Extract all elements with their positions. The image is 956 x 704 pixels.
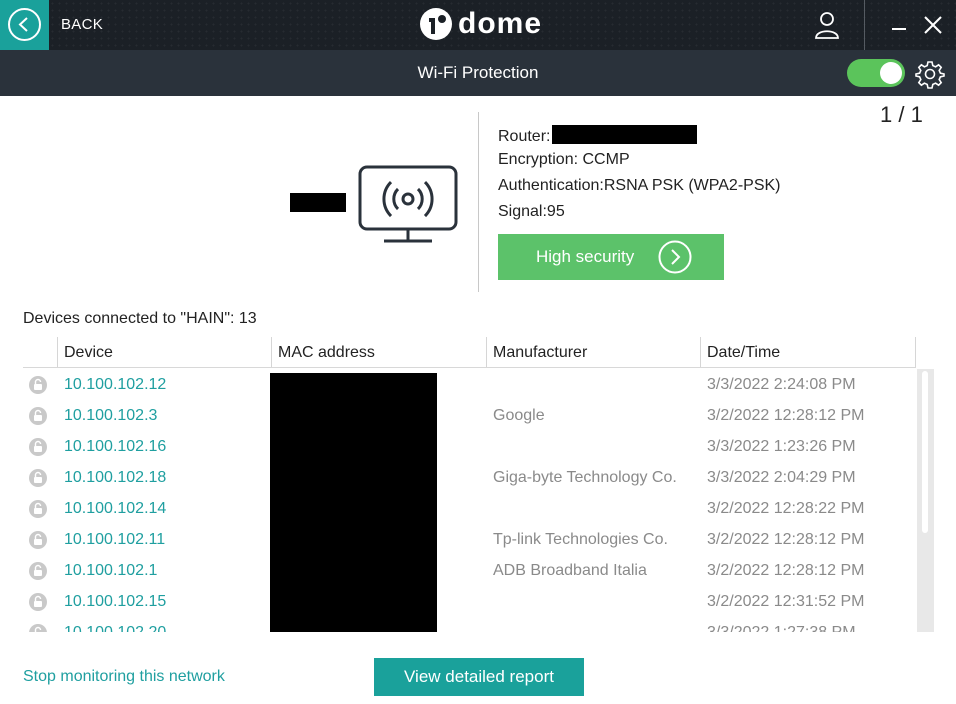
chevron-right-icon bbox=[658, 240, 692, 274]
scrollbar-thumb[interactable] bbox=[922, 371, 928, 533]
security-status-button[interactable]: High security bbox=[498, 234, 724, 280]
toggle-knob bbox=[880, 62, 902, 84]
device-datetime: 3/2/2022 12:28:12 PM bbox=[707, 562, 865, 579]
devices-table: Device MAC address Manufacturer Date/Tim… bbox=[23, 337, 935, 632]
device-ip[interactable]: 10.100.102.12 bbox=[64, 376, 166, 394]
unlocked-icon bbox=[29, 500, 47, 518]
signal-row: Signal:95 bbox=[498, 203, 565, 221]
device-datetime: 3/3/2022 2:24:08 PM bbox=[707, 376, 856, 393]
router-wifi-icon bbox=[356, 164, 460, 246]
authentication-row: Authentication:RSNA PSK (WPA2-PSK) bbox=[498, 177, 781, 195]
device-datetime: 3/3/2022 2:04:29 PM bbox=[707, 469, 856, 486]
router-label: Router: bbox=[498, 128, 551, 145]
unlocked-icon bbox=[29, 438, 47, 456]
protection-toggle[interactable] bbox=[847, 59, 905, 87]
back-label[interactable]: BACK bbox=[61, 16, 103, 33]
redacted-network-name bbox=[290, 193, 346, 212]
router-divider bbox=[478, 112, 479, 292]
device-manufacturer: Google bbox=[493, 407, 545, 424]
device-ip[interactable]: 10.100.102.1 bbox=[64, 562, 157, 580]
device-datetime: 3/2/2022 12:28:12 PM bbox=[707, 531, 865, 548]
page-title: Wi-Fi Protection bbox=[417, 63, 539, 82]
security-status-label: High security bbox=[536, 247, 635, 266]
column-header-mac[interactable]: MAC address bbox=[272, 337, 375, 367]
device-manufacturer: ADB Broadband Italia bbox=[493, 562, 647, 579]
unlocked-icon bbox=[29, 407, 47, 425]
back-button[interactable] bbox=[0, 0, 49, 50]
device-manufacturer: Giga-byte Technology Co. bbox=[493, 469, 677, 486]
encryption-value: CCMP bbox=[582, 151, 630, 168]
table-scrollbar[interactable] bbox=[917, 369, 934, 632]
devices-heading: Devices connected to "HAIN": 13 bbox=[23, 310, 257, 328]
network-pager: 1 / 1 bbox=[880, 102, 923, 127]
column-divider bbox=[915, 337, 916, 367]
table-row[interactable]: 10.100.102.12 3/3/2022 2:24:08 PM bbox=[23, 369, 916, 400]
device-datetime: 3/2/2022 12:31:52 PM bbox=[707, 593, 865, 610]
chevron-left-icon bbox=[8, 8, 41, 41]
dome-logo: dome bbox=[420, 5, 542, 43]
authentication-label: Authentication: bbox=[498, 177, 604, 194]
encryption-label: Encryption: bbox=[498, 151, 579, 168]
device-ip[interactable]: 10.100.102.16 bbox=[64, 438, 166, 456]
device-manufacturer: Tp-link Technologies Co. bbox=[493, 531, 668, 548]
signal-label: Signal: bbox=[498, 203, 547, 220]
title-bar: BACK dome bbox=[0, 0, 956, 50]
unlocked-icon bbox=[29, 562, 47, 580]
user-icon[interactable] bbox=[812, 10, 842, 40]
unlocked-icon bbox=[29, 624, 47, 632]
table-row[interactable]: 10.100.102.3 Google 3/2/2022 12:28:12 PM bbox=[23, 400, 916, 431]
table-row[interactable]: 10.100.102.20 3/3/2022 1:27:38 PM bbox=[23, 617, 916, 632]
minimize-icon[interactable] bbox=[890, 14, 908, 36]
column-header-manufacturer[interactable]: Manufacturer bbox=[487, 337, 587, 367]
devices-heading-label: Devices connected to "HAIN": bbox=[23, 310, 235, 327]
device-ip[interactable]: 10.100.102.14 bbox=[64, 500, 166, 518]
device-datetime: 3/2/2022 12:28:22 PM bbox=[707, 500, 865, 517]
table-row[interactable]: 10.100.102.18 Giga-byte Technology Co. 3/3… bbox=[23, 462, 916, 493]
redacted-router-name bbox=[552, 125, 698, 144]
unlocked-icon bbox=[29, 376, 47, 394]
column-header-datetime[interactable]: Date/Time bbox=[701, 337, 780, 367]
device-ip[interactable]: 10.100.102.18 bbox=[64, 469, 166, 487]
table-header: Device MAC address Manufacturer Date/Tim… bbox=[23, 337, 916, 368]
window-controls-divider bbox=[864, 0, 865, 50]
unlocked-icon bbox=[29, 531, 47, 549]
section-header: Wi-Fi Protection bbox=[0, 50, 956, 96]
devices-count: 13 bbox=[238, 310, 257, 327]
stop-monitoring-link[interactable]: Stop monitoring this network bbox=[23, 668, 225, 686]
authentication-value: RSNA PSK (WPA2-PSK) bbox=[603, 177, 781, 194]
table-row[interactable]: 10.100.102.1 ADB Broadband Italia 3/2/2022… bbox=[23, 555, 916, 586]
table-row[interactable]: 10.100.102.11 Tp-link Technologies Co. 3/2… bbox=[23, 524, 916, 555]
device-datetime: 3/3/2022 1:23:26 PM bbox=[707, 438, 856, 455]
encryption-row: Encryption: CCMP bbox=[498, 151, 630, 169]
view-report-button[interactable]: View detailed report bbox=[374, 658, 584, 696]
gear-icon[interactable] bbox=[914, 58, 946, 90]
device-ip[interactable]: 10.100.102.20 bbox=[64, 624, 166, 632]
device-ip[interactable]: 10.100.102.15 bbox=[64, 593, 166, 611]
column-header-device[interactable]: Device bbox=[58, 337, 113, 367]
signal-value: 95 bbox=[546, 203, 565, 220]
table-row[interactable]: 10.100.102.15 3/2/2022 12:31:52 PM bbox=[23, 586, 916, 617]
close-icon[interactable] bbox=[922, 14, 944, 36]
table-row[interactable]: 10.100.102.16 3/3/2022 1:23:26 PM bbox=[23, 431, 916, 462]
logo-text: dome bbox=[458, 7, 543, 40]
device-datetime: 3/2/2022 12:28:12 PM bbox=[707, 407, 865, 424]
table-row[interactable]: 10.100.102.14 3/2/2022 12:28:22 PM bbox=[23, 493, 916, 524]
logo-mark-icon bbox=[420, 8, 452, 40]
device-ip[interactable]: 10.100.102.3 bbox=[64, 407, 157, 425]
router-row: Router: bbox=[498, 125, 698, 146]
unlocked-icon bbox=[29, 593, 47, 611]
redacted-mac-addresses bbox=[270, 373, 437, 632]
device-ip[interactable]: 10.100.102.11 bbox=[64, 531, 165, 549]
unlocked-icon bbox=[29, 469, 47, 487]
device-datetime: 3/3/2022 1:27:38 PM bbox=[707, 624, 856, 632]
